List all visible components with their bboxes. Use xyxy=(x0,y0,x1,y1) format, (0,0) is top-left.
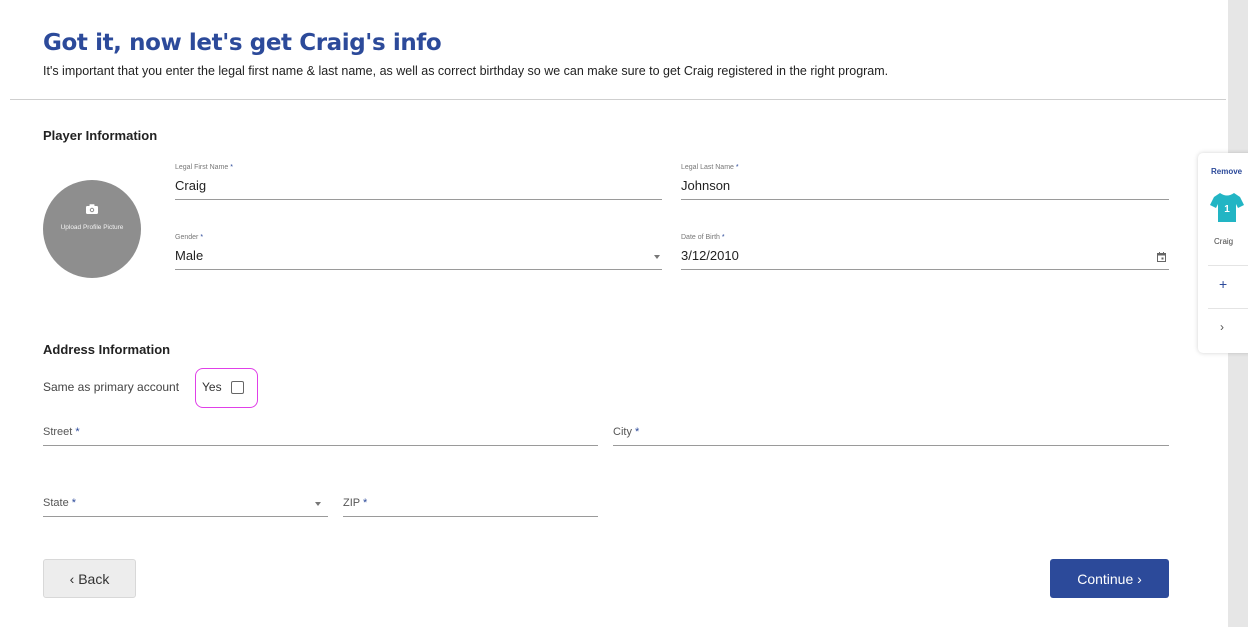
back-button[interactable]: ‹ Back xyxy=(43,559,136,598)
dropdown-arrow-icon xyxy=(315,502,321,506)
street-label: Street xyxy=(43,426,73,438)
city-label: City xyxy=(613,426,632,438)
player-info-heading: Player Information xyxy=(43,128,158,143)
last-name-field[interactable]: Legal Last Name * Johnson xyxy=(681,164,1169,200)
gender-select[interactable]: Gender * Male xyxy=(175,234,662,270)
city-field[interactable]: City * xyxy=(613,418,1169,446)
first-name-field[interactable]: Legal First Name * Craig xyxy=(175,164,662,200)
player-shirt-icon[interactable]: 1 xyxy=(1210,191,1244,223)
player-number: 1 xyxy=(1224,204,1230,215)
gender-value: Male xyxy=(175,248,204,263)
required-asterisk: * xyxy=(230,164,233,171)
header-divider xyxy=(10,99,1226,100)
date-of-birth-field[interactable]: Date of Birth * 3/12/2010 xyxy=(681,234,1169,270)
page-subtitle: It's important that you enter the legal … xyxy=(43,64,889,78)
address-info-heading: Address Information xyxy=(43,342,171,357)
calendar-icon[interactable] xyxy=(1157,252,1166,262)
required-asterisk: * xyxy=(635,426,640,438)
street-field[interactable]: Street * xyxy=(43,418,598,446)
zip-label: ZIP xyxy=(343,497,360,509)
last-name-label: Legal Last Name xyxy=(681,164,734,171)
required-asterisk: * xyxy=(200,234,204,241)
zip-field[interactable]: ZIP * xyxy=(343,489,598,517)
required-asterisk: * xyxy=(735,164,739,171)
divider xyxy=(1208,265,1248,266)
player-side-panel: Remove 1 Craig + › xyxy=(1198,153,1248,353)
state-select[interactable]: State * xyxy=(43,489,328,517)
dob-label: Date of Birth xyxy=(681,234,720,241)
player-name: Craig xyxy=(1214,237,1234,246)
dob-value: 3/12/2010 xyxy=(681,248,739,263)
first-name-label: Legal First Name xyxy=(175,164,229,171)
camera-icon xyxy=(86,204,98,214)
required-asterisk: * xyxy=(71,497,77,509)
yes-label: Yes xyxy=(202,380,222,394)
remove-link[interactable]: Remove xyxy=(1211,167,1242,176)
required-asterisk: * xyxy=(721,234,725,241)
same-as-primary-checkbox[interactable] xyxy=(231,381,244,394)
divider xyxy=(1208,308,1248,309)
next-chevron-icon[interactable]: › xyxy=(1220,320,1224,334)
dropdown-arrow-icon xyxy=(654,255,660,259)
avatar-label: Upload Profile Picture xyxy=(60,224,124,231)
same-as-primary-label: Same as primary account xyxy=(43,380,180,394)
required-asterisk: * xyxy=(362,497,368,509)
same-as-primary-highlight: Yes xyxy=(195,368,258,408)
state-label: State xyxy=(43,497,69,509)
gender-label: Gender xyxy=(175,234,199,241)
continue-button[interactable]: Continue › xyxy=(1050,559,1169,598)
required-asterisk: * xyxy=(75,426,80,438)
upload-profile-picture[interactable]: Upload Profile Picture xyxy=(43,180,141,278)
last-name-value: Johnson xyxy=(681,178,731,193)
page-title: Got it, now let's get Craig's info xyxy=(43,30,442,56)
first-name-value: Craig xyxy=(175,178,207,193)
add-player-button[interactable]: + xyxy=(1219,276,1227,292)
